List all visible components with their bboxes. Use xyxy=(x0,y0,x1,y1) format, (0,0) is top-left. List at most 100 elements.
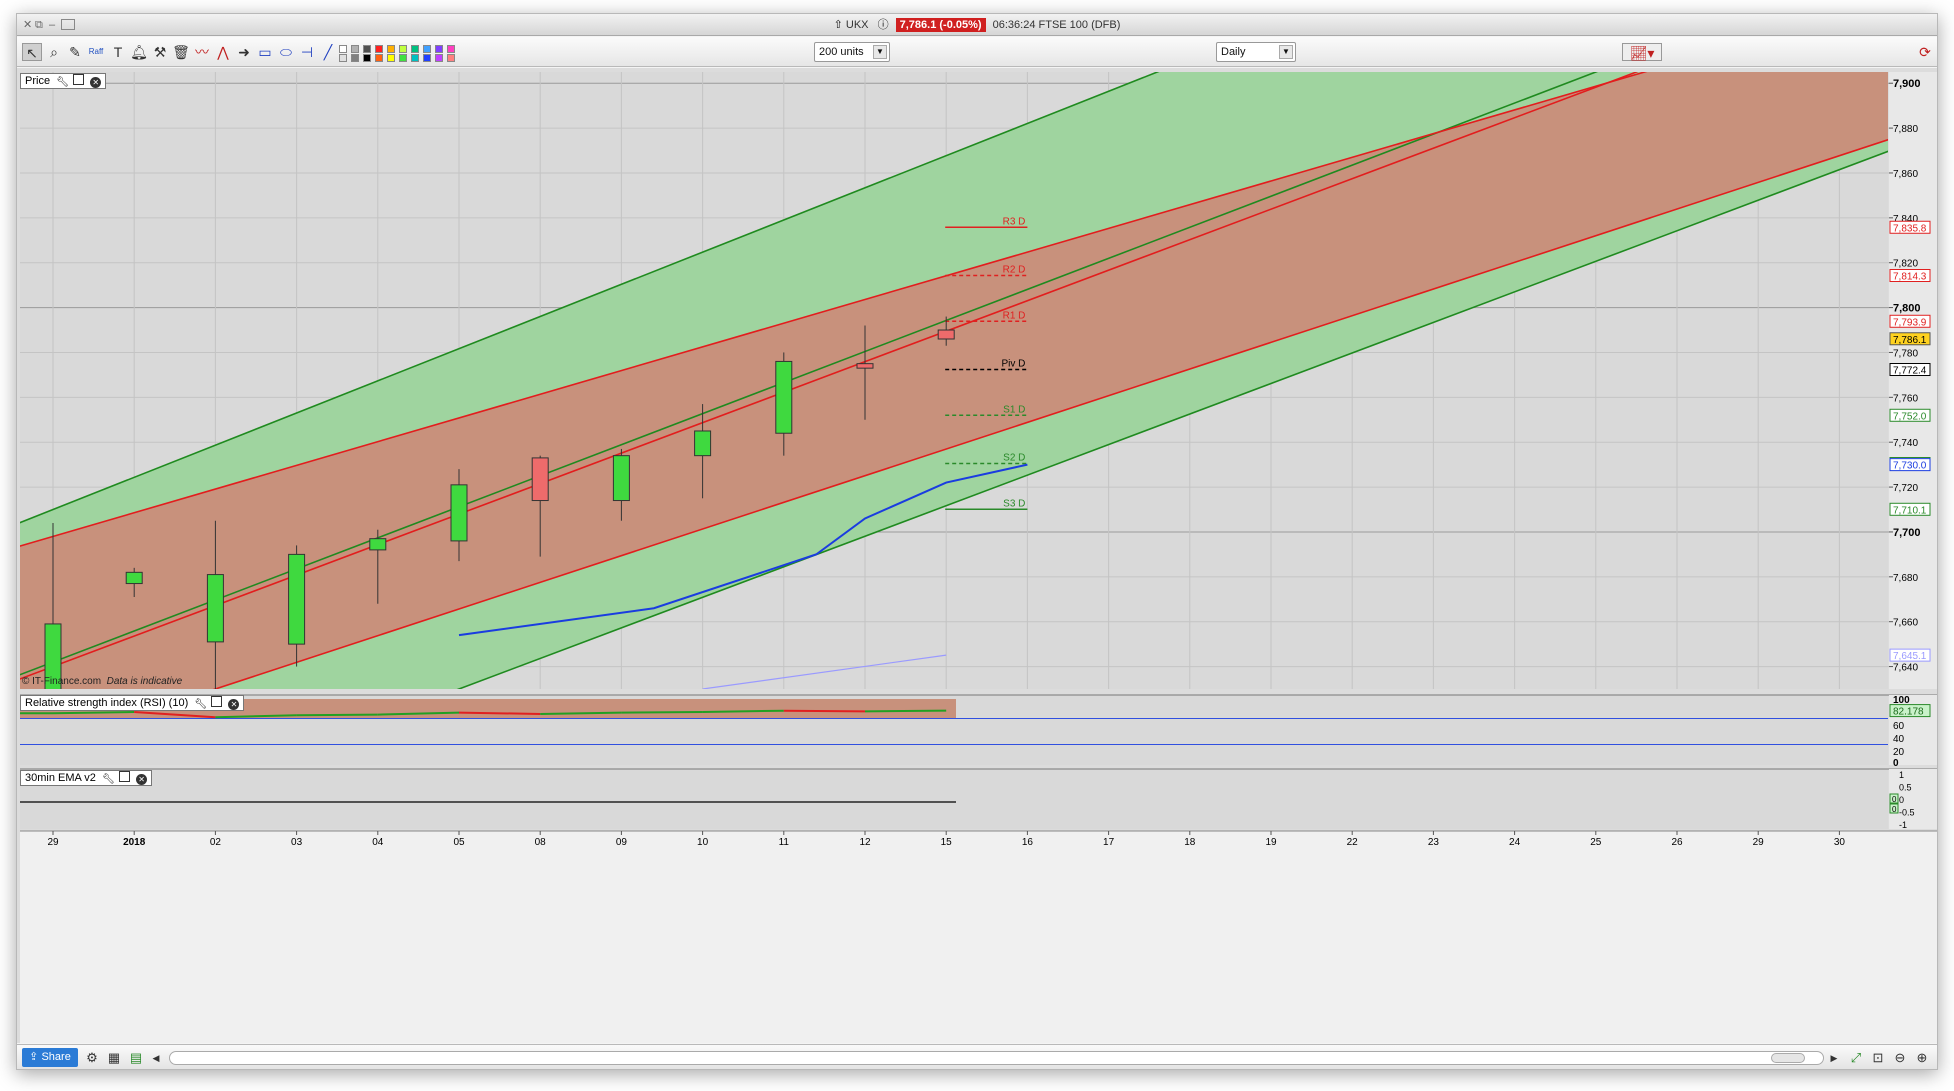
layout-icon[interactable]: ▤ xyxy=(127,1049,145,1067)
rsi-panel-label: Relative strength index (RSI) (10) 🔧︎ ✕ xyxy=(20,695,245,711)
color-swatch[interactable] xyxy=(435,54,443,62)
x-tick-label: 08 xyxy=(535,837,547,848)
maximize-panel-icon[interactable] xyxy=(119,771,131,782)
y-tick-label: 7,740 xyxy=(1893,438,1918,449)
x-tick-label: 26 xyxy=(1671,837,1683,848)
tools-icon[interactable]: ⚒ xyxy=(150,43,170,61)
watermark-source: © IT-Finance.com xyxy=(22,676,102,687)
candle-body xyxy=(856,363,874,369)
alert-bell-icon[interactable]: 🔔︎ xyxy=(129,43,149,61)
y-tick-label: 7,660 xyxy=(1893,618,1918,629)
wrench-icon[interactable]: 🔧︎ xyxy=(102,775,115,786)
chart-area[interactable]: R3 D R2 D R1 D Piv D S1 D S2 D S3 D 7,900 7,880… xyxy=(17,68,1938,1043)
x-tick-label: 24 xyxy=(1509,837,1521,848)
x-tick-label: 29 xyxy=(47,837,59,848)
rsi-segment xyxy=(702,709,784,713)
scroll-right-icon[interactable]: ▶ xyxy=(1825,1049,1843,1067)
units-select[interactable]: 200 units ▼ xyxy=(814,42,890,62)
raff-channel-icon[interactable]: Raff xyxy=(86,43,106,61)
color-swatch[interactable] xyxy=(387,54,395,62)
color-swatch[interactable] xyxy=(411,54,419,62)
rsi-tick-label: 60 xyxy=(1893,721,1905,732)
pivot-price-tag: 7,710.1 xyxy=(1893,505,1927,516)
x-tick-label: 22 xyxy=(1347,837,1359,848)
rsi-value-tag: 82.178 xyxy=(1893,707,1924,718)
symbol-label: UKX xyxy=(845,19,869,31)
color-swatch[interactable] xyxy=(375,45,383,53)
color-swatch[interactable] xyxy=(423,54,431,62)
arrow-icon[interactable]: ➜ xyxy=(234,43,254,61)
horizontal-scrollbar[interactable] xyxy=(169,1051,1824,1065)
candle-body xyxy=(450,484,468,542)
color-swatch[interactable] xyxy=(363,45,371,53)
y-tick-label: 7,760 xyxy=(1893,393,1918,404)
pivot-price-tag: 7,793.9 xyxy=(1893,317,1927,328)
color-swatch[interactable] xyxy=(399,45,407,53)
color-swatch[interactable] xyxy=(435,45,443,53)
y-tick-label: 7,860 xyxy=(1893,169,1918,180)
x-tick-label: 19 xyxy=(1265,837,1277,848)
trash-icon[interactable]: 🗑︎ xyxy=(171,43,191,61)
color-swatch[interactable] xyxy=(423,45,431,53)
color-swatch[interactable] xyxy=(447,45,455,53)
color-swatch[interactable] xyxy=(339,54,347,62)
toolbar: ↖ ⌕ ✎ Raff T 🔔︎ ⚒ 🗑︎ 〰 ⋀ ➜ ▭ ⬭ ⊣ ╱ 200 u… xyxy=(17,37,1937,67)
y-tick-label: 7,880 xyxy=(1893,124,1918,135)
zoom-in-icon[interactable]: ⊕ xyxy=(1913,1049,1931,1067)
chart-canvas[interactable]: R3 D R2 D R1 D Piv D S1 D S2 D S3 D 7,900 7,880… xyxy=(17,68,1938,1043)
wrench-icon[interactable]: 🔧︎ xyxy=(194,700,207,711)
maximize-panel-icon[interactable] xyxy=(211,696,223,707)
watermark: © IT-Finance.com Data is indicative xyxy=(22,676,182,687)
rsi-segment xyxy=(52,711,135,715)
settings-icon[interactable]: ⚙ xyxy=(83,1049,101,1067)
price-panel-label: Price 🔧︎ ✕ xyxy=(20,73,107,89)
close-panel-icon[interactable]: ✕ xyxy=(228,699,240,710)
wrench-icon[interactable]: 🔧︎ xyxy=(56,78,69,89)
refresh-icon[interactable]: ⟳ xyxy=(1915,43,1935,61)
ellipse-icon[interactable]: ⬭ xyxy=(276,43,296,61)
scroll-left-icon[interactable]: ◀ xyxy=(147,1049,165,1067)
color-swatch[interactable] xyxy=(351,45,359,53)
fan-icon[interactable]: ⋀ xyxy=(213,43,233,61)
color-swatch[interactable] xyxy=(363,54,371,62)
magnifier-icon[interactable]: ⌕ xyxy=(44,43,64,61)
units-select-value: 200 units xyxy=(819,46,864,58)
pivot-label: R1 D xyxy=(1003,310,1026,321)
color-palette[interactable] xyxy=(339,45,459,63)
x-tick-label: 15 xyxy=(941,837,953,848)
color-swatch[interactable] xyxy=(351,54,359,62)
hline-icon[interactable]: ⊣ xyxy=(297,43,317,61)
color-swatch[interactable] xyxy=(339,45,347,53)
color-swatch[interactable] xyxy=(375,54,383,62)
color-swatch[interactable] xyxy=(447,54,455,62)
chart-edit-icon[interactable]: ✎ xyxy=(65,43,85,61)
extra-price-tag: 7,645.1 xyxy=(1893,651,1927,662)
text-icon[interactable]: T xyxy=(108,43,128,61)
calculator-icon[interactable]: ▦ xyxy=(105,1049,123,1067)
watermark-note: Data is indicative xyxy=(106,676,183,687)
rectangle-icon[interactable]: ▭ xyxy=(255,43,275,61)
color-swatch[interactable] xyxy=(387,45,395,53)
ema-tick-label: 1 xyxy=(1899,770,1904,780)
color-swatch[interactable] xyxy=(399,54,407,62)
share-button[interactable]: ⇪ Share xyxy=(22,1048,78,1067)
zoom-out-icon[interactable]: ⊖ xyxy=(1891,1049,1909,1067)
close-panel-icon[interactable]: ✕ xyxy=(136,774,148,785)
maximize-panel-icon[interactable] xyxy=(73,74,85,85)
info-icon[interactable]: ⓘ xyxy=(878,19,889,31)
pointer-icon[interactable]: ↖ xyxy=(22,43,42,61)
indicator-icon[interactable]: 〰 xyxy=(192,43,212,61)
zoom-box-icon[interactable]: ⊡ xyxy=(1869,1049,1887,1067)
chart-type-icon[interactable]: 📈︎▾ xyxy=(1622,43,1662,61)
x-tick-label: 11 xyxy=(779,837,790,848)
chevron-down-icon: ▼ xyxy=(873,45,887,59)
trendline-icon[interactable]: ╱ xyxy=(318,43,338,61)
close-panel-icon[interactable]: ✕ xyxy=(90,77,102,88)
y-tick-label: 7,680 xyxy=(1893,573,1918,584)
period-select[interactable]: Daily ▼ xyxy=(1216,42,1296,62)
fit-icon[interactable]: ⤢ xyxy=(1847,1049,1865,1067)
color-swatch[interactable] xyxy=(411,45,419,53)
rsi-segment xyxy=(621,711,703,714)
scrollbar-thumb[interactable] xyxy=(1771,1053,1805,1063)
price-axis-bg xyxy=(1889,72,1937,689)
